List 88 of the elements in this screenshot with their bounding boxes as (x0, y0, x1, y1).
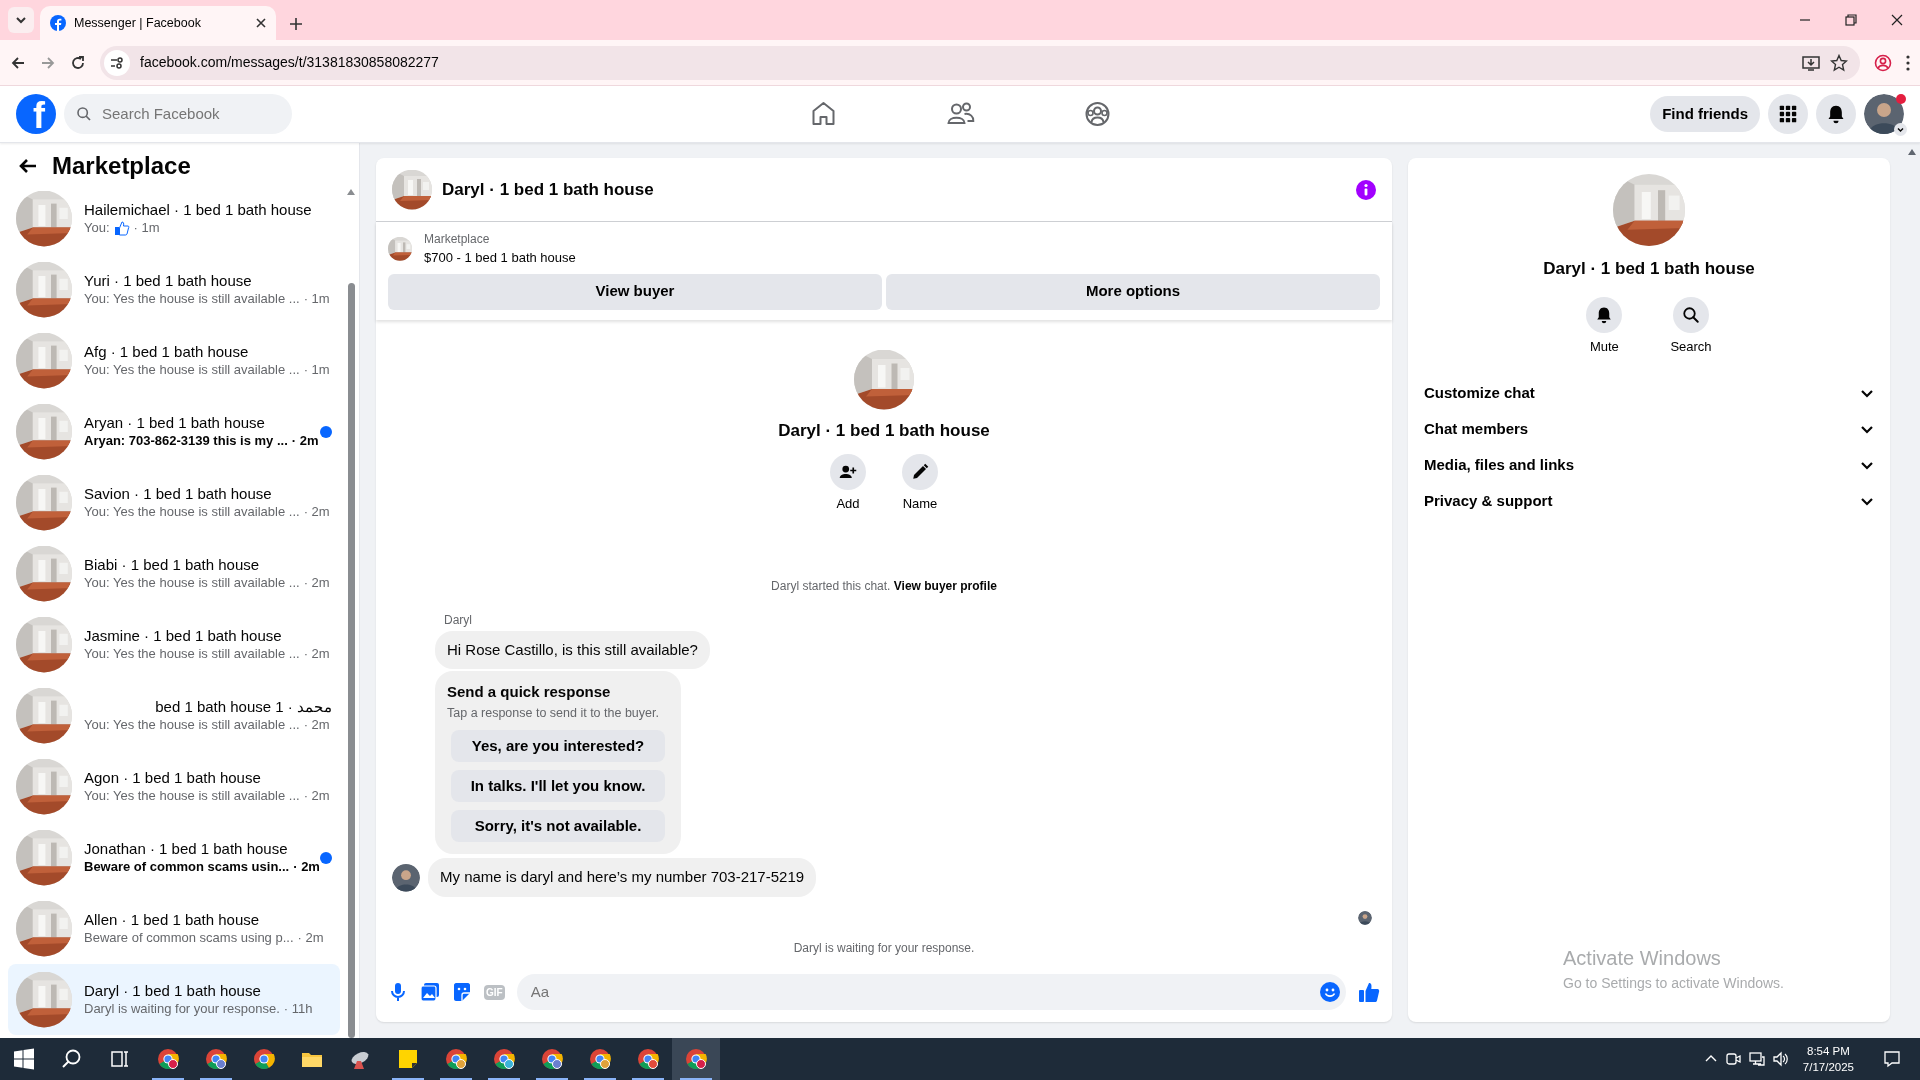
message-time: · 2m (303, 503, 330, 522)
message-time: · 2m (303, 716, 330, 735)
name-button[interactable]: Name (896, 453, 944, 515)
chat-name: Daryl · 1 bed 1 bath house (1543, 258, 1755, 280)
conversation-item[interactable]: Savion · 1 bed 1 bath house You: Yes the house is still available ... · 2m (8, 467, 340, 538)
message-preview: You: Yes the house is still available ... (84, 787, 300, 806)
conversation-name: Yuri · 1 bed 1 bath house (84, 270, 253, 291)
message-time: · 2m (297, 929, 324, 948)
listing-label: Marketplace (424, 231, 491, 248)
conversation-name: Aryan · 1 bed 1 bath house (84, 412, 266, 433)
conversation-item[interactable]: Allen · 1 bed 1 bath house Beware of common scams using p... · 2m (8, 893, 340, 964)
conversation-name: Biabi · 1 bed 1 bath house (84, 554, 261, 575)
conversation-item[interactable]: Aryan · 1 bed 1 bath house Aryan: 703-862-3139 this is my ... · 2m (8, 396, 340, 467)
listing-title: $700 - 1 bed 1 bath house (424, 249, 576, 267)
conversation-item[interactable]: Hailemichael · 1 bed 1 bath house You: · 1m (8, 183, 340, 254)
message-field[interactable]: Aa (516, 974, 1346, 1010)
message-time: · 1m (303, 361, 330, 380)
conversation-item[interactable]: Yuri · 1 bed 1 bath house You: Yes the house is still available ... · 1m (8, 254, 340, 325)
conversation-name: Allen · 1 bed 1 bath house (84, 909, 261, 930)
add-button[interactable]: Add (824, 453, 872, 515)
message-time: · 11h (283, 1000, 313, 1019)
message-time: · 2m (291, 432, 319, 451)
conversation-item[interactable]: Jasmine · 1 bed 1 bath house You: Yes the house is still available ... · 2m (8, 609, 340, 680)
clock-time: 8:54 PM (1806, 1043, 1851, 1059)
message-time: · 1m (133, 219, 160, 238)
search-field[interactable]: Search Facebook (64, 94, 292, 134)
conversation-name: Jonathan · 1 bed 1 bath house (84, 838, 289, 859)
tab-title: Messenger | Facebook (74, 14, 202, 32)
message-time: · 2m (303, 787, 330, 806)
conversation-name: Jasmine · 1 bed 1 bath house (84, 625, 283, 646)
sender-name: Daryl (444, 611, 473, 629)
section-row[interactable]: Chat members (1416, 411, 1882, 447)
message-preview: You: Yes the house is still available ... (84, 361, 300, 380)
action-button[interactable]: More options (886, 273, 1380, 310)
message-preview: You: (84, 219, 110, 238)
browser-tab[interactable]: Messenger | Facebook (40, 6, 276, 40)
find-friends-button[interactable]: Find friends (1650, 96, 1760, 132)
watermark-title: Activate Windows (1563, 946, 1722, 971)
message-preview: Beware of common scams usin... (84, 858, 290, 877)
quick-response-title: Send a quick response (447, 682, 612, 702)
conversation-item[interactable]: Agon · 1 bed 1 bath house You: Yes the house is still available ... · 2m (8, 751, 340, 822)
conversation-item[interactable]: Daryl · 1 bed 1 bath house Daryl is waiting for your response. · 11h (8, 964, 340, 1035)
quick-reply-button[interactable]: In talks. I'll let you know. (451, 770, 665, 803)
waiting-note: Daryl is waiting for your response. (792, 939, 976, 957)
chat-name: Daryl · 1 bed 1 bath house (778, 419, 990, 442)
search-button[interactable]: Search (1664, 295, 1718, 357)
facebook-logo[interactable]: f (16, 94, 56, 134)
message-time: · 1m (303, 290, 330, 309)
message-preview: Beware of common scams using p... (84, 929, 294, 948)
conversation-name: Agon · 1 bed 1 bath house (84, 767, 262, 788)
section-row[interactable]: Media, files and links (1416, 447, 1882, 483)
action-button[interactable]: View buyer (388, 273, 882, 310)
message-preview: You: Yes the house is still available ... (84, 716, 300, 735)
clock-date: 7/17/2025 (1802, 1060, 1854, 1075)
conversation-name: محمد · 1 bed 1 bath house (154, 696, 332, 717)
quick-reply-button[interactable]: Sorry, it's not available. (451, 810, 665, 843)
address-bar[interactable]: facebook.com/messages/t/31381830858082277 (100, 45, 1860, 80)
conversation-name: Hailemichael · 1 bed 1 bath house (84, 199, 313, 220)
message-preview: Aryan: 703-862-3139 this is my ... (84, 432, 288, 451)
conversation-item[interactable]: Biabi · 1 bed 1 bath house You: Yes the house is still available ... · 2m (8, 538, 340, 609)
message-preview: You: Yes the house is still available ... (84, 645, 300, 664)
message-time: · 2m (303, 574, 330, 593)
view-profile-link[interactable]: View buyer profile (893, 578, 997, 593)
search-input[interactable]: Search Facebook (100, 101, 270, 127)
message-bubble: My name is daryl and here’s my number 703-217-5219 (428, 858, 817, 897)
message-bubble: Hi Rose Castillo, is this still available? (435, 630, 710, 669)
sidebar-title: Marketplace (52, 151, 191, 181)
message-preview: You: Yes the house is still available ... (84, 290, 300, 309)
conversation-name: Afg · 1 bed 1 bath house (84, 341, 250, 362)
message-time: · 2m (303, 645, 330, 664)
message-preview: Daryl is waiting for your response. (84, 1000, 280, 1019)
chat-start-note: Daryl started this chat. View buyer profile (770, 577, 998, 595)
mute-button[interactable]: Mute (1580, 295, 1629, 357)
message-preview: You: Yes the house is still available ... (84, 574, 300, 593)
section-row[interactable]: Privacy & support (1416, 483, 1882, 519)
section-row[interactable]: Customize chat (1416, 375, 1882, 411)
conversation-name: Savion · 1 bed 1 bath house (84, 483, 273, 504)
conversation-name: Daryl · 1 bed 1 bath house (84, 980, 262, 1001)
conversation-item[interactable]: Jonathan · 1 bed 1 bath house Beware of common scams usin... · 2m (8, 822, 340, 893)
message-input[interactable]: Aa (528, 979, 1320, 1005)
quick-response-subtitle: Tap a response to send it to the buyer. (447, 704, 660, 722)
message-time: · 2m (293, 858, 320, 877)
watermark-subtitle: Go to Settings to activate Windows. (1563, 974, 1784, 993)
chat-title: Daryl · 1 bed 1 bath house (442, 178, 655, 201)
url-text: facebook.com/messages/t/31381830858082277 (140, 53, 440, 72)
message-preview: You: Yes the house is still available ... (84, 503, 300, 522)
conversation-item[interactable]: Afg · 1 bed 1 bath house You: Yes the house is still available ... · 1m (8, 325, 340, 396)
quick-reply-button[interactable]: Yes, are you interested? (451, 730, 665, 763)
